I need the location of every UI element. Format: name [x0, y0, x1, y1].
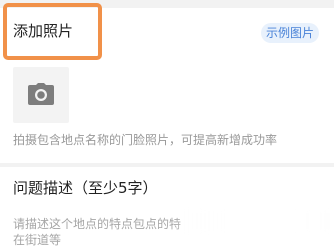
camera-icon [28, 83, 54, 105]
add-photo-button[interactable] [13, 67, 69, 123]
description-title: 问题描述（至少5字） [13, 179, 158, 197]
description-placeholder-line2: 在街道等 [13, 233, 62, 247]
photo-hint: 拍摄包含地点名称的门脸照片，可提高新增成功率 [13, 133, 278, 147]
example-image-button[interactable]: 示例图片 [261, 23, 319, 43]
blurred-overlay [178, 208, 328, 234]
description-placeholder-line1: 请描述这个地点的特点包点的特 [13, 217, 182, 231]
description-input[interactable]: 请描述这个地点的特点包点的特 在街道等 [13, 216, 193, 248]
highlight-box [3, 3, 102, 60]
